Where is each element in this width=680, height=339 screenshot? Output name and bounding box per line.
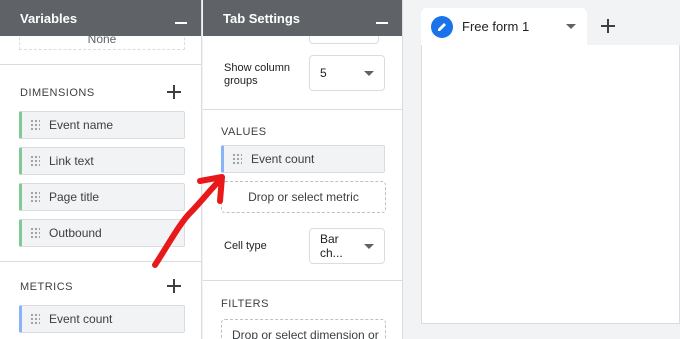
- add-metric-plus-icon[interactable]: [167, 279, 181, 293]
- dimension-chip-link-text[interactable]: Link text: [19, 147, 185, 175]
- metric-chip-event-count[interactable]: Event count: [19, 305, 185, 333]
- tab-settings-header: Tab Settings: [203, 0, 402, 36]
- value-chip-event-count[interactable]: Event count: [221, 145, 385, 173]
- variables-panel-body: None DIMENSIONS Event name Link text Pag…: [0, 36, 201, 339]
- plus-icon: [601, 19, 615, 33]
- tab-free-form-1[interactable]: Free form 1: [421, 8, 587, 45]
- dimension-chip-outbound[interactable]: Outbound: [19, 219, 185, 247]
- tab-settings-title: Tab Settings: [223, 10, 301, 26]
- tab-settings-panel: Tab Settings Show column groups 5 VALUES…: [203, 0, 403, 339]
- drag-handle-icon[interactable]: [232, 153, 242, 165]
- dropdown-caret-icon: [364, 243, 374, 249]
- canvas-area: Free form 1: [404, 0, 680, 339]
- cell-type-label: Cell type: [224, 240, 267, 252]
- values-title: VALUES: [221, 126, 267, 138]
- pencil-icon: [431, 15, 453, 38]
- dimension-chip-label: Outbound: [49, 226, 102, 240]
- dropdown-caret-icon[interactable]: [566, 24, 576, 29]
- dimension-chip-page-title[interactable]: Page title: [19, 183, 185, 211]
- drop-metric-label: Drop or select metric: [248, 190, 359, 204]
- variables-panel-header: Variables: [0, 0, 201, 36]
- minimize-icon[interactable]: [175, 22, 187, 24]
- show-column-groups-select[interactable]: 5: [309, 55, 385, 91]
- variables-panel-title: Variables: [20, 10, 78, 26]
- value-chip-label: Event count: [251, 152, 315, 166]
- minimize-icon[interactable]: [376, 22, 388, 24]
- divider: [0, 64, 201, 65]
- tab-bar: Free form 1: [421, 8, 680, 45]
- scrolled-select[interactable]: [309, 36, 379, 44]
- divider: [203, 109, 402, 110]
- drag-handle-icon[interactable]: [30, 313, 40, 325]
- none-button-label: None: [87, 36, 117, 46]
- add-dimension-plus-icon[interactable]: [167, 85, 181, 99]
- dimension-chip-label: Page title: [49, 190, 100, 204]
- app-root: Variables None DIMENSIONS Event name Lin…: [0, 0, 680, 339]
- dimension-chip-label: Link text: [49, 154, 94, 168]
- dropdown-caret-icon: [364, 70, 374, 76]
- drag-handle-icon[interactable]: [30, 191, 40, 203]
- add-tab-button[interactable]: [587, 8, 629, 45]
- drop-metric-zone[interactable]: Drop or select metric: [221, 181, 386, 213]
- dimension-chip-label: Event name: [49, 118, 114, 132]
- show-column-groups-value: 5: [320, 66, 327, 80]
- report-canvas[interactable]: [421, 45, 680, 324]
- variables-panel: Variables None DIMENSIONS Event name Lin…: [0, 0, 202, 339]
- drop-dimension-zone[interactable]: Drop or select dimension or: [221, 319, 386, 339]
- drop-dimension-label: Drop or select dimension or: [232, 328, 379, 339]
- filters-title: FILTERS: [221, 298, 269, 310]
- cell-type-select[interactable]: Bar ch...: [309, 228, 385, 264]
- dimension-chip-event-name[interactable]: Event name: [19, 111, 185, 139]
- drag-handle-icon[interactable]: [30, 119, 40, 131]
- tab-label: Free form 1: [462, 19, 530, 34]
- none-button[interactable]: None: [19, 36, 185, 50]
- drag-handle-icon[interactable]: [30, 155, 40, 167]
- show-column-groups-label: Show column groups: [224, 62, 290, 88]
- dimensions-title: DIMENSIONS: [20, 87, 95, 99]
- cell-type-value: Bar ch...: [320, 232, 343, 260]
- show-column-groups-label-line1: Show column: [224, 62, 291, 74]
- metric-chip-label: Event count: [49, 312, 113, 326]
- divider: [203, 280, 402, 281]
- drag-handle-icon[interactable]: [30, 227, 40, 239]
- divider: [0, 261, 201, 262]
- tab-settings-body: Show column groups 5 VALUES Event count …: [203, 36, 402, 339]
- show-column-groups-label-line2: groups: [224, 75, 258, 87]
- metrics-title: METRICS: [20, 281, 73, 293]
